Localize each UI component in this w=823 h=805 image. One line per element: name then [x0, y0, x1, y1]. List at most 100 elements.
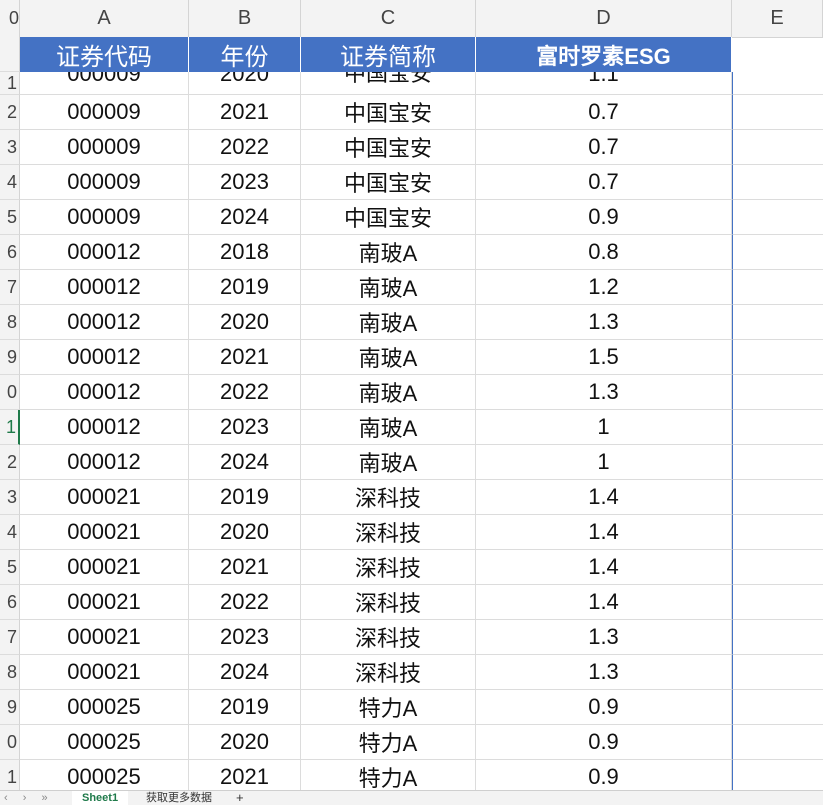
cell-esg[interactable]: 1.3 — [476, 305, 732, 340]
cell-year[interactable]: 2022 — [189, 585, 301, 620]
cell-code[interactable]: 000025 — [20, 725, 189, 760]
cell-code[interactable]: 000009 — [20, 200, 189, 235]
cell-esg[interactable]: 1.3 — [476, 655, 732, 690]
cell-year[interactable]: 2021 — [189, 550, 301, 585]
cell-year[interactable]: 2023 — [189, 620, 301, 655]
header-cell-year[interactable]: 年份 — [189, 37, 301, 72]
cell-code[interactable]: 000012 — [20, 235, 189, 270]
cell-code[interactable]: 000012 — [20, 410, 189, 445]
cell-empty-e[interactable] — [732, 305, 823, 340]
row-header[interactable]: 2 — [0, 445, 20, 480]
cell-esg[interactable]: 1.3 — [476, 375, 732, 410]
row-header[interactable]: 9 — [0, 690, 20, 725]
cell-empty-e[interactable] — [732, 410, 823, 445]
cell-name[interactable]: 中国宝安 — [301, 95, 476, 130]
cell-name[interactable]: 特力A — [301, 760, 476, 790]
cell-empty-e[interactable] — [732, 585, 823, 620]
cell-esg[interactable]: 1.1 — [476, 72, 732, 95]
cell-code[interactable]: 000021 — [20, 480, 189, 515]
cell-name[interactable]: 深科技 — [301, 620, 476, 655]
row-header[interactable]: 8 — [0, 305, 20, 340]
cell-empty-e[interactable] — [732, 620, 823, 655]
column-header-a[interactable]: A — [20, 0, 189, 37]
cell-esg[interactable]: 1.4 — [476, 585, 732, 620]
row-header[interactable]: 9 — [0, 340, 20, 375]
cell-year[interactable]: 2022 — [189, 375, 301, 410]
cell-code[interactable]: 000009 — [20, 95, 189, 130]
row-header[interactable]: 6 — [0, 235, 20, 270]
row-header[interactable]: 1 — [0, 410, 20, 445]
cell-year[interactable]: 2020 — [189, 515, 301, 550]
cell-name[interactable]: 特力A — [301, 690, 476, 725]
cell-year[interactable]: 2019 — [189, 480, 301, 515]
cell-code[interactable]: 000025 — [20, 690, 189, 725]
cell-year[interactable]: 2020 — [189, 72, 301, 95]
cell-esg[interactable]: 1.5 — [476, 340, 732, 375]
row-header[interactable] — [0, 37, 20, 72]
cell-empty-e[interactable] — [732, 235, 823, 270]
cell-esg[interactable]: 0.8 — [476, 235, 732, 270]
cell-year[interactable]: 2021 — [189, 340, 301, 375]
add-sheet-icon[interactable]: + — [236, 791, 244, 805]
row-header[interactable]: 3 — [0, 130, 20, 165]
column-header-d[interactable]: D — [476, 0, 732, 37]
cell-esg[interactable]: 0.7 — [476, 95, 732, 130]
cell-esg[interactable]: 0.9 — [476, 760, 732, 790]
cell-code[interactable]: 000012 — [20, 375, 189, 410]
cell-code[interactable]: 000012 — [20, 270, 189, 305]
cell-name[interactable]: 南玻A — [301, 410, 476, 445]
row-header[interactable]: 5 — [0, 200, 20, 235]
cell-name[interactable]: 南玻A — [301, 305, 476, 340]
sheet-nav-arrows[interactable]: ‹ › » — [4, 791, 54, 805]
cell-year[interactable]: 2021 — [189, 95, 301, 130]
cell-year[interactable]: 2022 — [189, 130, 301, 165]
row-header[interactable]: 1 — [0, 760, 20, 790]
cell-name[interactable]: 南玻A — [301, 235, 476, 270]
cell-esg[interactable]: 0.9 — [476, 690, 732, 725]
cell-empty-e[interactable] — [732, 95, 823, 130]
cell-code[interactable]: 000009 — [20, 72, 189, 95]
cell-empty-e[interactable] — [732, 725, 823, 760]
cell-year[interactable]: 2023 — [189, 410, 301, 445]
cell-esg[interactable]: 1.4 — [476, 480, 732, 515]
cell-code[interactable]: 000012 — [20, 445, 189, 480]
cell-name[interactable]: 深科技 — [301, 480, 476, 515]
row-header[interactable]: 3 — [0, 480, 20, 515]
cell-year[interactable]: 2019 — [189, 270, 301, 305]
cell-year[interactable]: 2020 — [189, 725, 301, 760]
cell-empty-e[interactable] — [732, 165, 823, 200]
header-cell-esg[interactable]: 富时罗素ESG — [476, 37, 732, 72]
cell-empty-e[interactable] — [732, 375, 823, 410]
cell-name[interactable]: 南玻A — [301, 270, 476, 305]
cell-empty-e[interactable] — [732, 480, 823, 515]
cell-empty-e[interactable] — [732, 200, 823, 235]
cell-name[interactable]: 中国宝安 — [301, 130, 476, 165]
cell-year[interactable]: 2024 — [189, 445, 301, 480]
cell-empty-e[interactable] — [732, 655, 823, 690]
cell-year[interactable]: 2018 — [189, 235, 301, 270]
cell-empty-e[interactable] — [732, 515, 823, 550]
header-cell-code[interactable]: 证券代码 — [20, 37, 189, 72]
cell-name[interactable]: 中国宝安 — [301, 200, 476, 235]
cell-empty-e[interactable] — [732, 690, 823, 725]
row-header[interactable]: 6 — [0, 585, 20, 620]
cell-year[interactable]: 2021 — [189, 760, 301, 790]
tab-sheet1[interactable]: Sheet1 — [72, 791, 129, 805]
cell-esg[interactable]: 1.2 — [476, 270, 732, 305]
cell-name[interactable]: 中国宝安 — [301, 165, 476, 200]
cell-empty-e[interactable] — [732, 340, 823, 375]
cell-code[interactable]: 000012 — [20, 340, 189, 375]
cell-year[interactable]: 2019 — [189, 690, 301, 725]
cell-esg[interactable]: 1.4 — [476, 515, 732, 550]
cell-name[interactable]: 深科技 — [301, 655, 476, 690]
row-header[interactable]: 1 — [0, 72, 20, 95]
tab-more-data[interactable]: 获取更多数据 — [136, 791, 222, 805]
column-header-b[interactable]: B — [189, 0, 301, 37]
column-header-c[interactable]: C — [301, 0, 476, 37]
row-header[interactable]: 7 — [0, 620, 20, 655]
select-all-corner[interactable]: 0 — [0, 0, 20, 37]
cell-esg[interactable]: 0.7 — [476, 130, 732, 165]
cell-code[interactable]: 000021 — [20, 620, 189, 655]
cell-empty-e[interactable] — [732, 72, 823, 95]
cell-year[interactable]: 2024 — [189, 200, 301, 235]
